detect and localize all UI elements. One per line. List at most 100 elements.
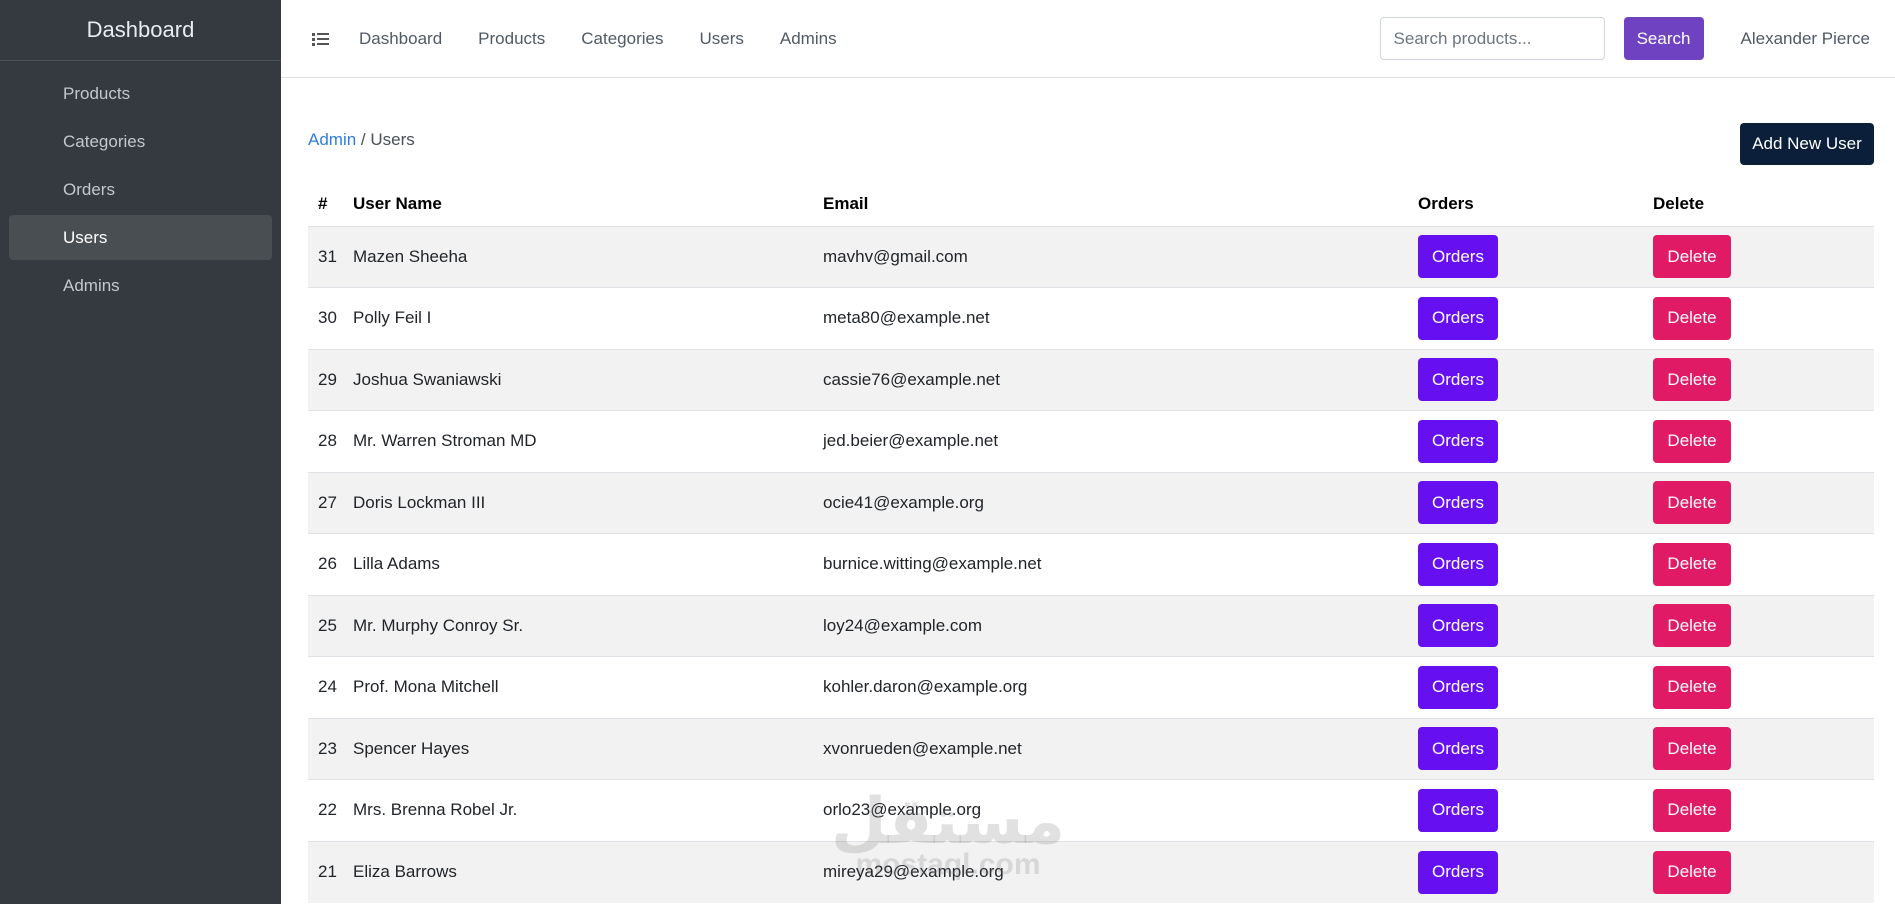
cell-user-name: Mr. Murphy Conroy Sr. [343,594,813,657]
table-row: 23 Spencer Hayes xvonrueden@example.net Ord… [308,717,1874,780]
cell-email: xvonrueden@example.net [813,717,1408,780]
cell-delete: Delete [1643,779,1874,841]
top-link-admins[interactable]: Admins [780,29,837,49]
column-header-user-name: User Name [353,194,442,214]
cell-user-name: Mazen Sheeha [343,225,813,288]
table-row: 24 Prof. Mona Mitchell kohler.daron@exampl… [308,656,1874,718]
delete-button[interactable]: Delete [1653,850,1731,894]
cell-id: 24 [308,656,343,718]
orders-button[interactable]: Orders [1418,419,1498,463]
sidebar-item-label: Users [63,227,108,247]
cell-delete: Delete [1643,594,1874,657]
breadcrumb-link-admin[interactable]: Admin [308,130,356,149]
cell-delete: Delete [1643,717,1874,780]
cell-id: 27 [308,471,343,534]
cell-delete: Delete [1643,410,1874,472]
main-content: Admin / Users Add New User # User Name E… [308,78,1874,903]
orders-button[interactable]: Orders [1418,788,1498,832]
cell-delete: Delete [1643,225,1874,288]
delete-button[interactable]: Delete [1653,358,1731,402]
cell-email: burnice.witting@example.net [813,533,1408,595]
cell-email: kohler.daron@example.org [813,656,1408,718]
breadcrumb-separator: / [360,130,366,149]
orders-button[interactable]: Orders [1418,542,1498,586]
sidebar-brand[interactable]: Dashboard [0,0,281,61]
cell-id: 31 [308,225,343,288]
orders-button[interactable]: Orders [1418,481,1498,525]
cell-user-name: Joshua Swaniawski [343,348,813,411]
cell-id: 22 [308,779,343,841]
top-navbar: Dashboard Products Categories Users Admi… [281,0,1895,78]
top-nav-links: Dashboard Products Categories Users Admi… [359,29,873,49]
users-table: # User Name Email Orders Delete 31 Mazen … [308,183,1874,903]
delete-button[interactable]: Delete [1653,727,1731,771]
cell-orders: Orders [1408,656,1643,718]
table-row: 27 Doris Lockman III ocie41@example.org Ord… [308,471,1874,534]
top-link-categories[interactable]: Categories [581,29,663,49]
orders-button[interactable]: Orders [1418,235,1498,279]
user-name[interactable]: Alexander Pierce [1741,29,1870,49]
cell-orders: Orders [1408,840,1643,903]
delete-button[interactable]: Delete [1653,788,1731,832]
cell-user-name: Prof. Mona Mitchell [343,656,813,718]
search-input[interactable] [1379,17,1605,60]
cell-id: 26 [308,533,343,595]
table-row: 21 Eliza Barrows mireya29@example.org Order… [308,840,1874,903]
cell-id: 29 [308,348,343,411]
column-header-id: # [318,194,328,214]
cell-orders: Orders [1408,225,1643,288]
orders-button[interactable]: Orders [1418,727,1498,771]
cell-email: loy24@example.com [813,594,1408,657]
sidebar: Dashboard Products Categories Orders Use… [0,0,281,904]
sidebar-item-users[interactable]: Users [9,215,272,260]
cell-id: 28 [308,410,343,472]
cell-user-name: Lilla Adams [343,533,813,595]
orders-button[interactable]: Orders [1418,850,1498,894]
cell-orders: Orders [1408,410,1643,472]
cell-id: 30 [308,287,343,349]
sidebar-item-categories[interactable]: Categories [9,119,272,164]
content-header: Admin / Users Add New User [308,78,1874,183]
cell-user-name: Spencer Hayes [343,717,813,780]
sidebar-item-products[interactable]: Products [9,71,272,116]
orders-button[interactable]: Orders [1418,665,1498,709]
table-body: 31 Mazen Sheeha mavhv@gmail.com Orders Delet… [308,225,1874,903]
delete-button[interactable]: Delete [1653,235,1731,279]
orders-button[interactable]: Orders [1418,604,1498,648]
cell-email: cassie76@example.net [813,348,1408,411]
orders-button[interactable]: Orders [1418,358,1498,402]
table-header-row: # User Name Email Orders Delete [308,183,1874,226]
cell-delete: Delete [1643,348,1874,411]
delete-button[interactable]: Delete [1653,296,1731,340]
delete-button[interactable]: Delete [1653,604,1731,648]
top-right-group: Search Alexander Pierce [1379,17,1895,60]
sidebar-item-label: Orders [63,179,115,199]
list-icon[interactable] [311,28,333,50]
cell-id: 25 [308,594,343,657]
cell-delete: Delete [1643,533,1874,595]
cell-user-name: Mr. Warren Stroman MD [343,410,813,472]
search-button[interactable]: Search [1623,17,1704,60]
add-new-user-button[interactable]: Add New User [1740,123,1874,165]
table-row: 29 Joshua Swaniawski cassie76@example.net O… [308,348,1874,411]
sidebar-item-orders[interactable]: Orders [9,167,272,212]
sidebar-item-label: Categories [63,131,146,151]
top-link-dashboard[interactable]: Dashboard [359,29,442,49]
breadcrumb-current: Users [370,130,415,149]
sidebar-item-label: Admins [63,275,120,295]
cell-orders: Orders [1408,471,1643,534]
delete-button[interactable]: Delete [1653,481,1731,525]
top-link-products[interactable]: Products [478,29,545,49]
cell-orders: Orders [1408,717,1643,780]
cell-id: 21 [308,840,343,903]
top-link-users[interactable]: Users [699,29,743,49]
sidebar-item-admins[interactable]: Admins [9,263,272,308]
cell-email: meta80@example.net [813,287,1408,349]
cell-orders: Orders [1408,348,1643,411]
cell-delete: Delete [1643,840,1874,903]
cell-user-name: Doris Lockman III [343,471,813,534]
orders-button[interactable]: Orders [1418,296,1498,340]
delete-button[interactable]: Delete [1653,665,1731,709]
delete-button[interactable]: Delete [1653,419,1731,463]
delete-button[interactable]: Delete [1653,542,1731,586]
